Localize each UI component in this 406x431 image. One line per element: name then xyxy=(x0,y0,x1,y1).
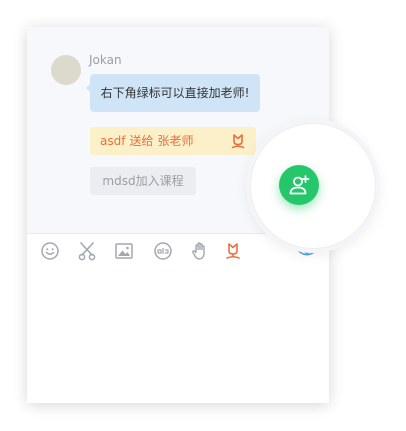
join-notice: mdsd加入课程 xyxy=(90,167,196,195)
flower-icon xyxy=(231,134,245,149)
gift-sender: asdf xyxy=(100,134,126,148)
scissors-icon[interactable] xyxy=(77,241,97,261)
message-bubble: 右下角绿标可以直接加老师! xyxy=(86,74,260,112)
add-teacher-button[interactable] xyxy=(279,165,319,205)
flower-icon[interactable] xyxy=(223,241,243,261)
gift-notice: asdf 送给 张老师 xyxy=(90,127,256,155)
add-user-icon xyxy=(289,175,310,195)
gift-notice-text: asdf 送给 张老师 xyxy=(100,127,193,155)
raise-hand-icon[interactable] xyxy=(190,241,210,261)
gift-icon[interactable] xyxy=(153,241,173,261)
image-icon[interactable] xyxy=(114,241,134,261)
message-input-area[interactable] xyxy=(27,267,329,403)
avatar[interactable] xyxy=(51,55,81,85)
gift-recipient: 张老师 xyxy=(157,134,194,148)
gift-action: 送给 xyxy=(129,134,154,148)
emoji-icon[interactable] xyxy=(40,241,60,261)
username: Jokan xyxy=(89,53,122,67)
